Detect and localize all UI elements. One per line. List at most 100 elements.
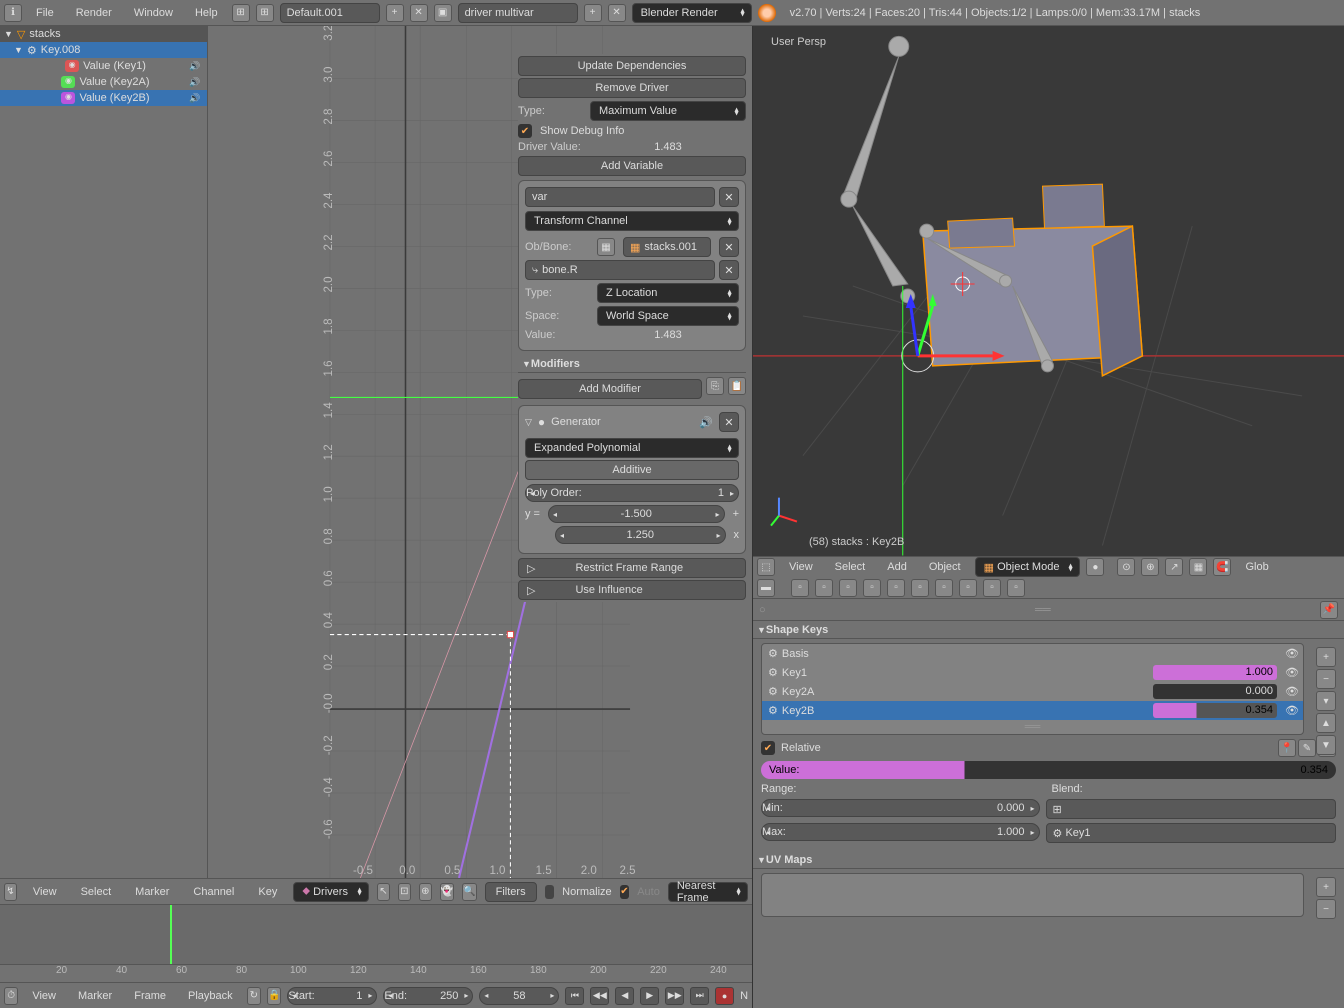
auto-checkbox[interactable]: ✔ bbox=[620, 885, 630, 899]
layers-icon[interactable]: ▦ bbox=[1189, 558, 1207, 576]
sk-down-button[interactable]: ▼ bbox=[1316, 735, 1336, 755]
vp-add[interactable]: Add bbox=[879, 561, 915, 573]
ob-clear-button[interactable]: ✕ bbox=[719, 237, 739, 257]
tl-marker[interactable]: Marker bbox=[70, 990, 120, 1002]
cursor-icon[interactable]: ↖ bbox=[377, 883, 390, 901]
graph-view[interactable]: View bbox=[25, 886, 65, 898]
vp-global[interactable]: Glob bbox=[1237, 561, 1276, 573]
sk-up-button[interactable]: ▲ bbox=[1316, 713, 1336, 733]
normalize-checkbox[interactable] bbox=[545, 885, 555, 899]
engine-dropdown[interactable]: Blender Render bbox=[632, 3, 752, 23]
editor-type-3d-icon[interactable]: ⬚ bbox=[757, 558, 775, 576]
ob-field[interactable]: ▦stacks.001 bbox=[623, 237, 711, 257]
start-frame-field[interactable]: Start:1 bbox=[287, 987, 377, 1005]
expand-icon[interactable]: ▽ bbox=[525, 417, 532, 428]
layout-icon-2[interactable]: ⊞ bbox=[256, 4, 274, 22]
layer-10-icon[interactable]: ▫ bbox=[1007, 579, 1025, 597]
var-name-field[interactable]: var bbox=[525, 187, 715, 207]
layer-4-icon[interactable]: ▫ bbox=[863, 579, 881, 597]
del-sk-button[interactable]: − bbox=[1316, 669, 1336, 689]
playhead[interactable] bbox=[170, 905, 172, 964]
cur-frame-field[interactable]: 58 bbox=[479, 987, 559, 1005]
ob-icon[interactable]: ▦ bbox=[597, 238, 615, 256]
vp-object[interactable]: Object bbox=[921, 561, 969, 573]
sk-key2a[interactable]: ⚙Key2A0.000👁 bbox=[762, 682, 1303, 701]
blend-key-field[interactable]: ⚙ Key1 bbox=[1046, 823, 1337, 843]
end-frame-field[interactable]: End:250 bbox=[383, 987, 473, 1005]
poly-mode-dropdown[interactable]: Expanded Polynomial bbox=[525, 438, 739, 458]
use-influence-toggle[interactable]: ▷Use Influence bbox=[518, 580, 746, 600]
lock-icon[interactable]: 🔒 bbox=[267, 987, 281, 1005]
layer-2-icon[interactable]: ▫ bbox=[815, 579, 833, 597]
jump-end-button[interactable]: ⏭ bbox=[690, 987, 709, 1005]
play-rev-button[interactable]: ◀ bbox=[615, 987, 634, 1005]
sync-icon[interactable]: ↻ bbox=[247, 987, 261, 1005]
timeline-strip[interactable] bbox=[0, 904, 752, 964]
modifiers-header[interactable]: Modifiers bbox=[518, 355, 746, 373]
channel-key1[interactable]: ◉Value (Key1)🔊 bbox=[0, 58, 207, 74]
filters-button[interactable]: Filters bbox=[485, 882, 537, 902]
editor-type-timeline-icon[interactable]: ⏱ bbox=[4, 987, 18, 1005]
ghost-icon[interactable]: 👻 bbox=[440, 883, 454, 901]
vp-view[interactable]: View bbox=[781, 561, 821, 573]
pin-icon[interactable]: 📌 bbox=[1320, 601, 1338, 619]
sk-edit-icon[interactable]: ✎ bbox=[1298, 739, 1316, 757]
jump-start-button[interactable]: ⏮ bbox=[565, 987, 584, 1005]
sk-value-slider[interactable]: Value:0.354 bbox=[761, 761, 1336, 779]
channel-anim[interactable]: ▼⚙Key.008 bbox=[0, 42, 207, 58]
add-modifier-button[interactable]: Add Modifier bbox=[518, 379, 702, 399]
graph-key[interactable]: Key bbox=[250, 886, 285, 898]
next-key-button[interactable]: ▶▶ bbox=[665, 987, 684, 1005]
play-button[interactable]: ▶ bbox=[640, 987, 659, 1005]
menu-window[interactable]: Window bbox=[126, 7, 181, 19]
del-uv-button[interactable]: − bbox=[1316, 899, 1336, 919]
del-scene-icon[interactable]: ✕ bbox=[410, 4, 428, 22]
sel-icon[interactable]: ⊡ bbox=[398, 883, 411, 901]
del-screen-icon[interactable]: ✕ bbox=[608, 4, 626, 22]
sk-key2b[interactable]: ⚙Key2B0.354👁 bbox=[762, 701, 1303, 720]
layer-5-icon[interactable]: ▫ bbox=[887, 579, 905, 597]
tl-frame[interactable]: Frame bbox=[126, 990, 174, 1002]
coeff0-field[interactable]: -1.500 bbox=[548, 505, 725, 523]
menu-file[interactable]: File bbox=[28, 7, 62, 19]
prev-key-button[interactable]: ◀◀ bbox=[590, 987, 609, 1005]
menu-render[interactable]: Render bbox=[68, 7, 120, 19]
update-deps-button[interactable]: Update Dependencies bbox=[518, 56, 746, 76]
screen-field[interactable]: driver multivar bbox=[458, 3, 578, 23]
add-uv-button[interactable]: + bbox=[1316, 877, 1336, 897]
sk-pin-icon[interactable]: 📍 bbox=[1278, 739, 1296, 757]
min-field[interactable]: Min:0.000 bbox=[761, 799, 1040, 817]
channel-key2a[interactable]: ◉Value (Key2A)🔊 bbox=[0, 74, 207, 90]
vis-icon[interactable]: ▬ bbox=[757, 579, 775, 597]
snap-dropdown[interactable]: Nearest Frame bbox=[668, 882, 748, 902]
sk-menu-button[interactable]: ▾ bbox=[1316, 691, 1336, 711]
scene-field[interactable]: Default.001 bbox=[280, 3, 380, 23]
tl-view[interactable]: View bbox=[24, 990, 64, 1002]
sk-basis[interactable]: ⚙Basis👁 bbox=[762, 644, 1303, 663]
space-dropdown[interactable]: World Space bbox=[597, 306, 739, 326]
coeff1-field[interactable]: 1.250 bbox=[555, 526, 726, 544]
graph-mode-dropdown[interactable]: ⬥ Drivers bbox=[293, 882, 369, 902]
record-button[interactable]: ● bbox=[715, 987, 734, 1005]
channel-key2b[interactable]: ◉Value (Key2B)🔊 bbox=[0, 90, 207, 106]
add-scene-icon[interactable]: + bbox=[386, 4, 404, 22]
mode-dropdown[interactable]: ▦ Object Mode bbox=[975, 557, 1081, 577]
add-sk-button[interactable]: + bbox=[1316, 647, 1336, 667]
bone-field[interactable]: ⤷bone.R bbox=[525, 260, 715, 280]
editor-type-graph-icon[interactable]: ↯ bbox=[4, 883, 17, 901]
add-variable-button[interactable]: Add Variable bbox=[518, 156, 746, 176]
layer-8-icon[interactable]: ▫ bbox=[959, 579, 977, 597]
paste-mod-icon[interactable]: 📋 bbox=[728, 377, 746, 395]
axis-icon[interactable]: ↗ bbox=[1165, 558, 1183, 576]
del-mod-button[interactable]: ✕ bbox=[719, 412, 739, 432]
screen-icon[interactable]: ▣ bbox=[434, 4, 452, 22]
driver-type-dropdown[interactable]: Maximum Value bbox=[590, 101, 746, 121]
bone-clear-button[interactable]: ✕ bbox=[719, 260, 739, 280]
menu-help[interactable]: Help bbox=[187, 7, 226, 19]
vp-select[interactable]: Select bbox=[827, 561, 874, 573]
timeline-ruler[interactable]: 20406080100120140160180200220240 bbox=[0, 964, 752, 982]
layer-6-icon[interactable]: ▫ bbox=[911, 579, 929, 597]
max-field[interactable]: Max:1.000 bbox=[761, 823, 1040, 841]
debug-checkbox[interactable]: ✔ bbox=[518, 124, 532, 138]
search-icon[interactable]: 🔍 bbox=[462, 883, 476, 901]
